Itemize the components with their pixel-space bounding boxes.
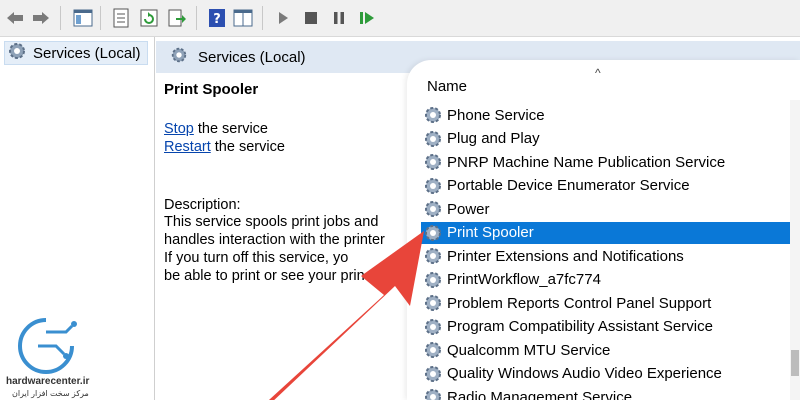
toolbar-separator	[60, 6, 61, 30]
name-column-label: Name	[427, 78, 468, 95]
services-header-icon	[170, 46, 188, 69]
service-gear-icon	[423, 129, 443, 149]
service-gear-icon	[423, 105, 443, 125]
logo-site-name: hardwarecenter.ir	[6, 376, 90, 387]
service-name: Qualcomm MTU Service	[447, 341, 611, 359]
service-row[interactable]: Qualcomm MTU Service	[421, 339, 791, 361]
service-row[interactable]: Printer Extensions and Notifications	[421, 245, 791, 267]
scrollbar-thumb[interactable]	[791, 350, 799, 376]
services-list-panel: ^ Name Phone Service Plug and Play PNRP Ma…	[407, 60, 800, 400]
service-name: PNRP Machine Name Publication Service	[447, 153, 726, 171]
restart-service-icon[interactable]	[356, 7, 378, 29]
vertical-scrollbar[interactable]	[790, 100, 800, 400]
service-name: Problem Reports Control Panel Support	[447, 294, 712, 312]
service-description-pane: Print Spooler Stop the service Restart t…	[164, 77, 414, 397]
restart-link[interactable]: Restart	[164, 139, 211, 155]
services-gear-icon	[7, 41, 27, 66]
refresh-icon[interactable]	[138, 7, 160, 29]
service-gear-icon	[423, 246, 443, 266]
service-title: Print Spooler	[164, 81, 259, 98]
service-gear-icon	[423, 199, 443, 219]
service-name: Radio Management Service	[447, 388, 633, 400]
back-arrow-icon[interactable]	[4, 7, 26, 29]
main-header-title: Services (Local)	[198, 48, 306, 66]
stop-service-line: Stop the service	[164, 120, 268, 138]
show-console-tree-icon[interactable]	[72, 7, 94, 29]
name-column-header[interactable]: ^ Name	[407, 60, 800, 106]
description-line: This service spools print jobs and	[164, 214, 379, 230]
tree-item-label: Services (Local)	[33, 44, 141, 62]
svg-text:?: ?	[213, 12, 221, 27]
service-row[interactable]: Plug and Play	[421, 128, 791, 150]
service-name: PrintWorkflow_a7fc774	[447, 271, 601, 288]
description-text: This service spools print jobs and handl…	[164, 213, 385, 285]
service-name: Power	[447, 200, 490, 218]
service-name: Portable Device Enumerator Service	[447, 177, 690, 194]
service-row[interactable]: Program Compatibility Assistant Service	[421, 316, 791, 338]
stop-link[interactable]: Stop	[164, 121, 194, 137]
pause-service-icon[interactable]	[328, 7, 350, 29]
service-row[interactable]: Radio Management Service	[421, 386, 791, 400]
toolbar: ?	[0, 0, 800, 37]
toolbar-separator	[262, 6, 263, 30]
service-row[interactable]: Phone Service	[421, 104, 791, 126]
stop-suffix: the service	[193, 121, 268, 137]
description-label: Description:	[164, 197, 241, 213]
restart-service-line: Restart the service	[164, 138, 285, 156]
restart-suffix: the service	[210, 139, 285, 155]
service-gear-icon	[423, 317, 443, 337]
toolbar-separator	[100, 6, 101, 30]
snapin-view-icon[interactable]	[232, 7, 254, 29]
toolbar-separator	[196, 6, 197, 30]
service-gear-icon	[423, 152, 443, 172]
service-row[interactable]: Quality Windows Audio Video Experience	[421, 363, 791, 385]
properties-sheet-icon[interactable]	[110, 7, 132, 29]
service-name: Program Compatibility Assistant Service	[447, 318, 713, 335]
service-name: Phone Service	[447, 106, 545, 124]
description-line: If you turn off this service, yo	[164, 250, 349, 266]
service-row[interactable]: PrintWorkflow_a7fc774	[421, 269, 791, 291]
service-row[interactable]: Portable Device Enumerator Service	[421, 175, 791, 197]
start-service-icon[interactable]	[272, 7, 294, 29]
service-row[interactable]: Power	[421, 198, 791, 220]
service-gear-icon	[423, 223, 443, 243]
logo-tagline: مرکز سخت افزار ایران	[12, 389, 89, 398]
sort-ascending-icon: ^	[595, 66, 601, 80]
export-list-icon[interactable]	[166, 7, 188, 29]
tree-item-services-local[interactable]: Services (Local)	[4, 41, 148, 65]
service-name: Plug and Play	[447, 130, 540, 147]
service-gear-icon	[423, 176, 443, 196]
stop-service-icon[interactable]	[300, 7, 322, 29]
service-gear-icon	[423, 340, 443, 360]
service-gear-icon	[423, 293, 443, 313]
service-gear-icon	[423, 387, 443, 400]
hardwarecenter-logo: hardwarecenter.ir مرکز سخت افزار ایران	[6, 316, 116, 400]
service-gear-icon	[423, 270, 443, 290]
service-name: Print Spooler	[447, 224, 534, 241]
description-line: be able to print or see your prin	[164, 268, 365, 284]
service-name: Quality Windows Audio Video Experience	[447, 365, 722, 382]
service-row[interactable]: Print Spooler	[421, 221, 791, 244]
help-icon[interactable]: ?	[206, 7, 228, 29]
forward-arrow-icon[interactable]	[30, 7, 52, 29]
service-gear-icon	[423, 364, 443, 384]
service-name: Printer Extensions and Notifications	[447, 247, 684, 265]
logo-circuit-icon	[18, 318, 77, 374]
service-row[interactable]: PNRP Machine Name Publication Service	[421, 151, 791, 173]
description-line: handles interaction with the printer	[164, 232, 385, 248]
service-row[interactable]: Problem Reports Control Panel Support	[421, 292, 791, 314]
